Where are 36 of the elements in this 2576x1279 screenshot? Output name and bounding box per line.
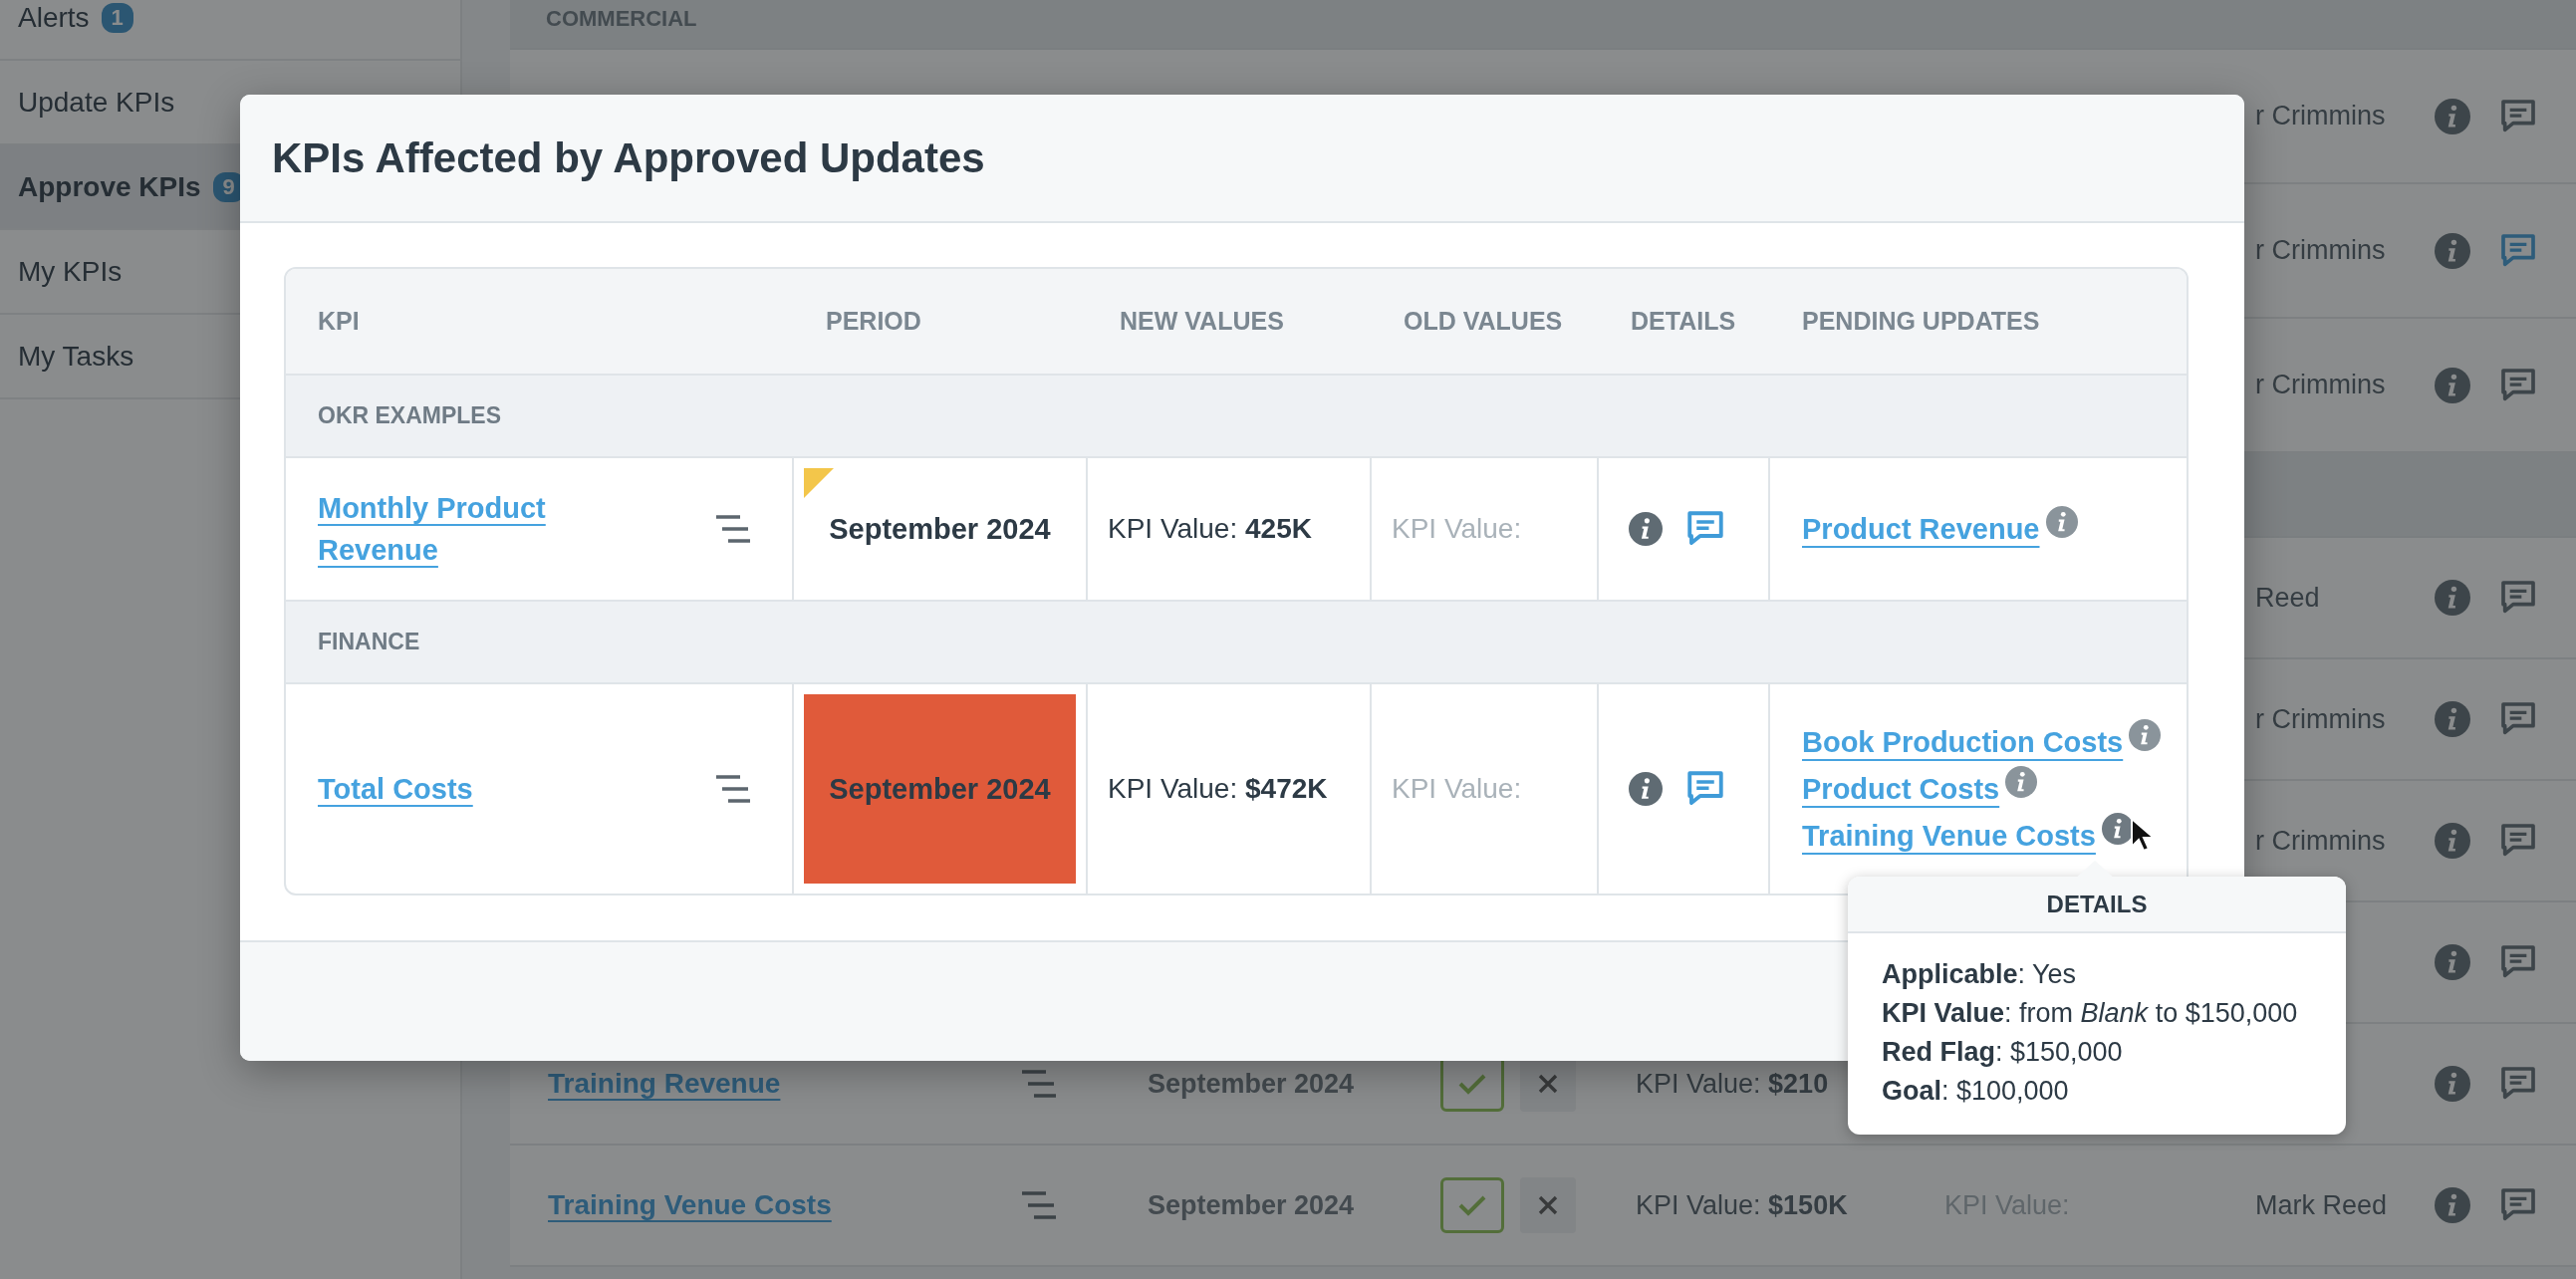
- column-header: PENDING UPDATES: [1801, 307, 2041, 336]
- sidebar-label: My Tasks: [18, 340, 134, 373]
- period-text: September 2024: [829, 512, 1051, 546]
- column-header: NEW VALUES: [1119, 307, 1285, 336]
- old-value-text: KPI Value:: [1392, 773, 1522, 805]
- period-text: September 2024: [829, 772, 1051, 806]
- owner-name: r Crimmins: [2255, 703, 2386, 735]
- sidebar-label: Update KPIs: [18, 86, 175, 119]
- new-value-text: KPI Value: $150K: [1636, 1189, 1848, 1221]
- count-badge: 1: [101, 2, 133, 33]
- group-label: FINANCE: [318, 629, 420, 655]
- owner-name: Mark Reed: [2255, 1189, 2388, 1221]
- owner-name: r Crimmins: [2255, 235, 2386, 266]
- detail-line: Goal: $100,000: [1882, 1076, 2070, 1107]
- owner-name: r Crimmins: [2255, 825, 2386, 857]
- sidebar-label: Alerts: [18, 1, 90, 34]
- sidebar-label: My KPIs: [18, 255, 123, 288]
- period-text: September 2024: [1148, 1189, 1355, 1221]
- detail-line: Red Flag: $150,000: [1882, 1037, 2124, 1068]
- column-header: PERIOD: [825, 307, 922, 336]
- owner-name: r Crimmins: [2255, 101, 2386, 131]
- column-header: DETAILS: [1630, 307, 1737, 336]
- owner-name: r Crimmins: [2255, 370, 2386, 400]
- detail-line: Applicable: Yes: [1882, 959, 2078, 990]
- period-text: September 2024: [1148, 1068, 1355, 1100]
- group-label: OKR EXAMPLES: [318, 402, 502, 429]
- owner-name: Reed: [2255, 582, 2320, 614]
- sidebar-label: Approve KPIs: [18, 170, 201, 203]
- group-label: COMMERCIAL: [546, 6, 697, 32]
- new-value-text: KPI Value: 425K: [1108, 513, 1312, 545]
- column-header: OLD VALUES: [1403, 307, 1564, 336]
- detail-line: KPI Value: from Blank to $150,000: [1882, 998, 2299, 1029]
- old-value-text: KPI Value:: [1392, 513, 1522, 545]
- new-value-text: KPI Value: $472K: [1108, 773, 1328, 805]
- tooltip-title: DETAILS: [2046, 890, 2148, 918]
- new-value-text: KPI Value: $210: [1636, 1068, 1829, 1100]
